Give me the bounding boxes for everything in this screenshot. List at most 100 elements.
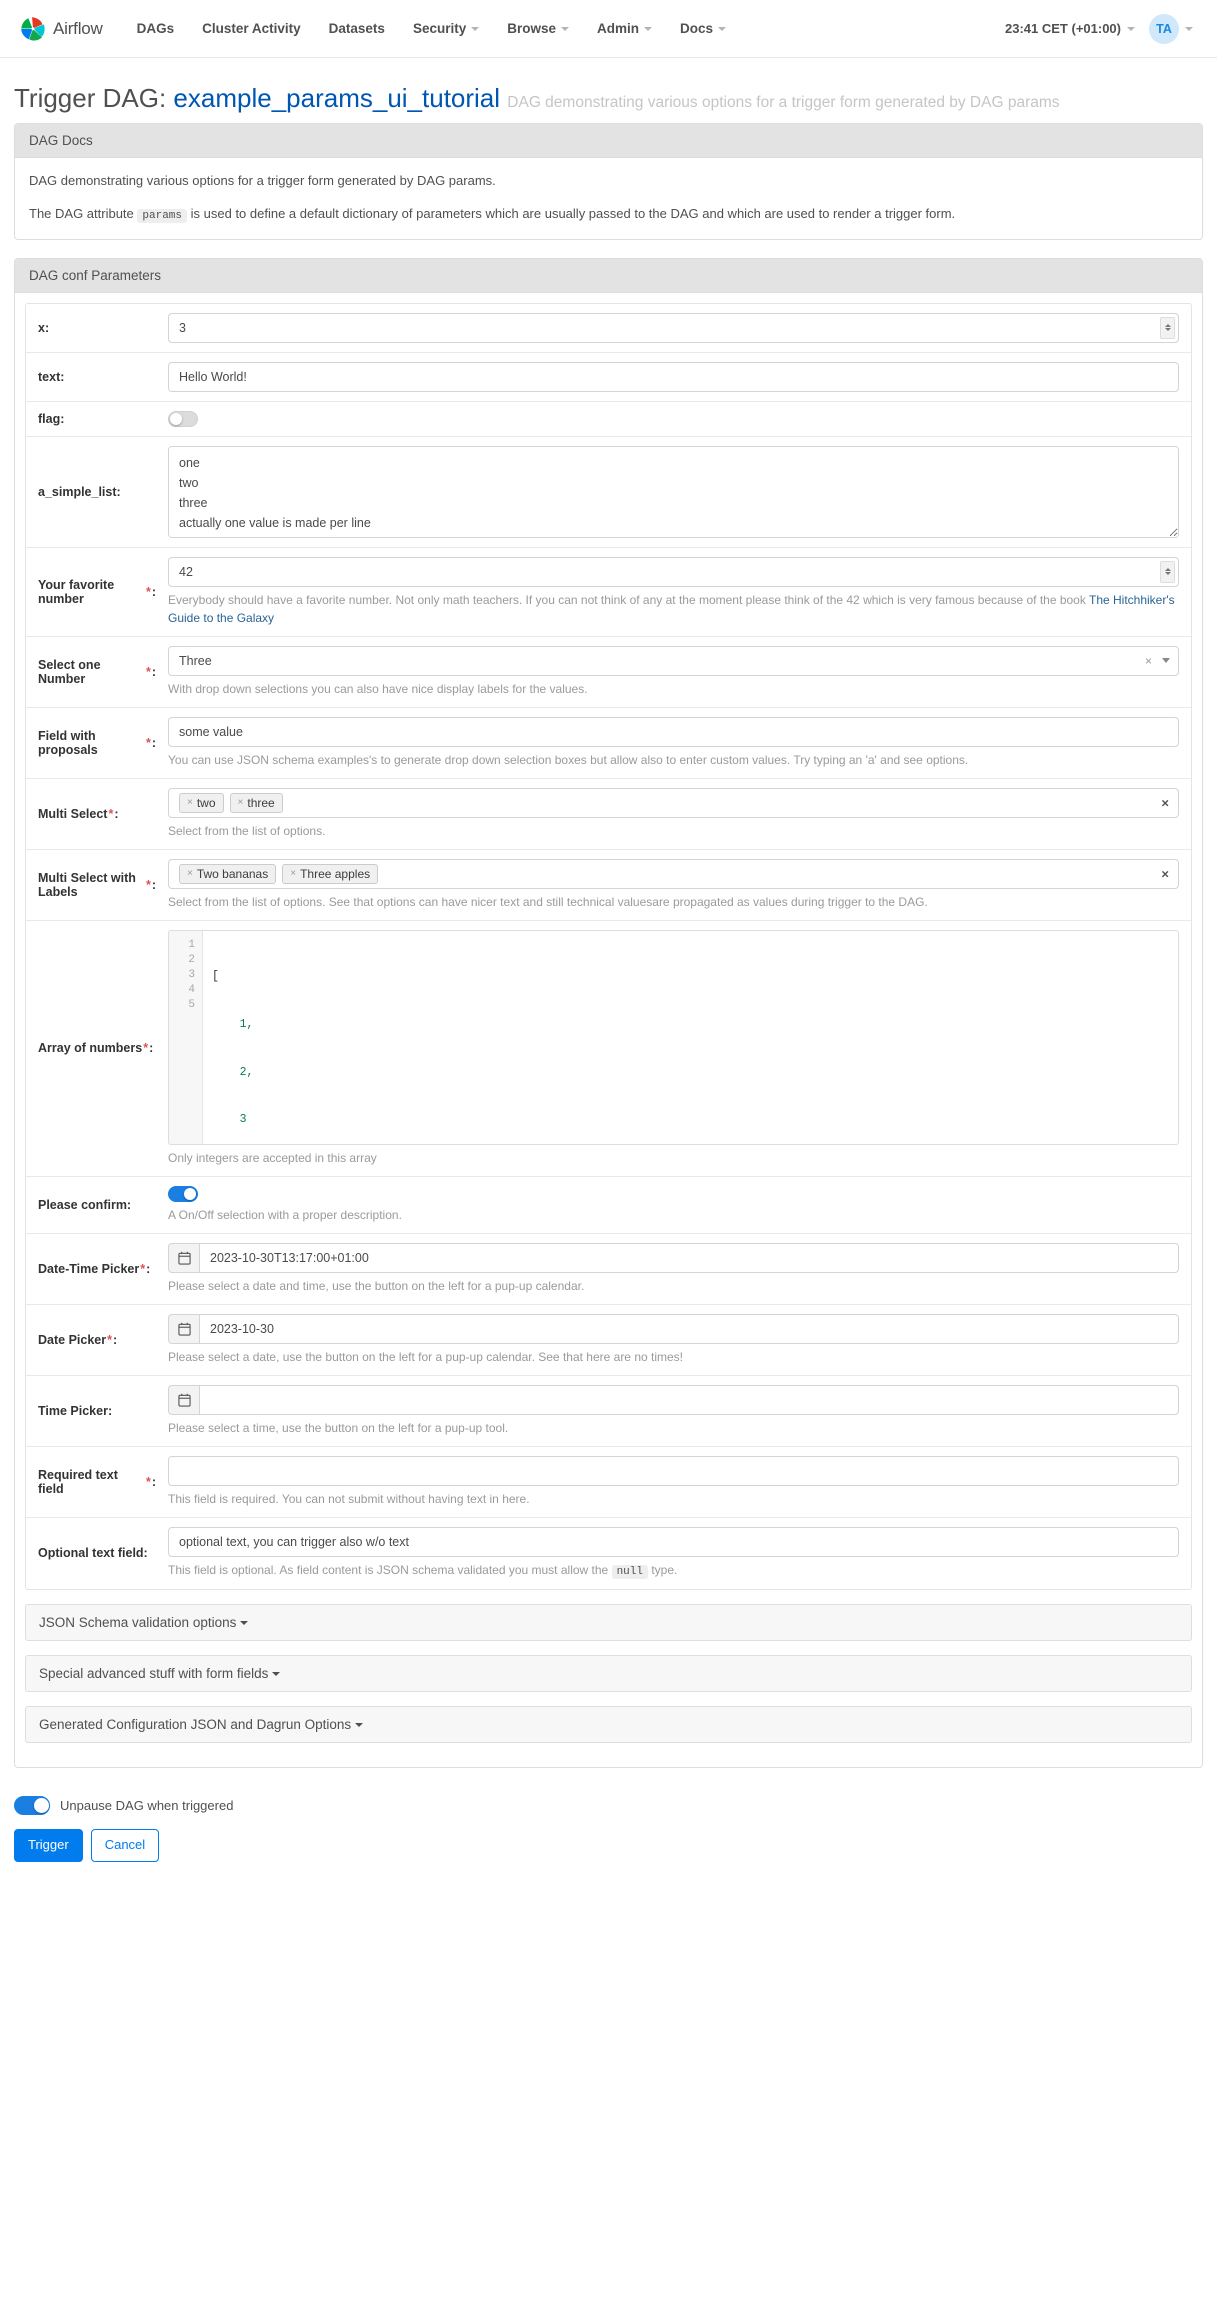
clear-all-icon[interactable]: ×	[1161, 796, 1169, 809]
help-optional-text-b: type.	[651, 1562, 678, 1577]
calendar-button[interactable]	[168, 1242, 199, 1273]
nav-item-security[interactable]: Security	[399, 13, 493, 44]
page-title: Trigger DAG: example_params_ui_tutorial …	[0, 58, 1217, 123]
code-line: [	[212, 970, 219, 984]
nav-label-browse: Browse	[507, 21, 556, 36]
a-simple-list-textarea[interactable]: one two three actually one value is made…	[168, 445, 1179, 538]
brand-text: Airflow	[53, 18, 103, 38]
accordion-json-schema-validation-options[interactable]: JSON Schema validation options	[25, 1604, 1192, 1642]
nav-item-datasets[interactable]: Datasets	[315, 13, 399, 44]
params-code-chip: params	[137, 208, 188, 223]
remove-tag-icon[interactable]: ×	[187, 797, 193, 808]
calendar-button[interactable]	[168, 1384, 199, 1415]
optional-text-input[interactable]	[168, 1526, 1179, 1557]
field-time-picker: Please select a time, use the button on …	[168, 1376, 1191, 1446]
selected-tag[interactable]: × three	[229, 792, 283, 813]
form-row-array-of-numbers: Array of numbers *: 1 2 3 4 5 [1, 2, 3 …	[26, 921, 1191, 1177]
required-asterisk: *	[145, 1474, 151, 1489]
time-picker-input[interactable]	[199, 1384, 1179, 1415]
datetime-picker-input[interactable]	[199, 1242, 1179, 1273]
code-line: 1,	[212, 1017, 254, 1031]
chevron-down-icon	[561, 26, 569, 31]
line-number: 4	[188, 984, 195, 997]
date-picker-input[interactable]	[199, 1313, 1179, 1344]
required-asterisk: *	[145, 735, 151, 750]
code-line: 3	[212, 1113, 247, 1127]
flag-toggle[interactable]	[168, 410, 198, 427]
nav-label-docs: Docs	[680, 21, 714, 36]
select-one-number-dropdown[interactable]: Three ×	[168, 645, 1179, 676]
multi-select-labels-control[interactable]: × Two bananas × Three apples ×	[168, 858, 1179, 889]
nav-item-admin[interactable]: Admin	[583, 13, 666, 44]
chevron-down-icon	[644, 26, 652, 31]
x-number-input[interactable]	[168, 312, 1179, 343]
code-gutter: 1 2 3 4 5	[169, 930, 203, 1144]
accordion-label: Special advanced stuff with form fields	[39, 1666, 269, 1682]
timezone-label: 23:41 CET (+01:00)	[1005, 21, 1121, 36]
quantity-stepper[interactable]	[1160, 316, 1175, 339]
nav-item-cluster-activity[interactable]: Cluster Activity	[188, 13, 315, 44]
help-date-picker: Please select a date, use the button on …	[168, 1349, 684, 1364]
clear-selection-icon[interactable]: ×	[1145, 654, 1152, 668]
form-row-required-text: Required text field *: This field is requ…	[26, 1447, 1191, 1518]
please-confirm-toggle[interactable]	[168, 1185, 198, 1202]
selected-tag[interactable]: × Three apples	[282, 863, 379, 884]
label-select-one-number: Select one Number *:	[26, 637, 168, 707]
navbar-right: 23:41 CET (+01:00) TA	[1005, 13, 1199, 44]
dag-docs-body: DAG demonstrating various options for a …	[15, 158, 1202, 239]
code-line: 2,	[212, 1065, 254, 1079]
accordion-special-advanced-stuff[interactable]: Special advanced stuff with form fields	[25, 1655, 1192, 1693]
avatar: TA	[1149, 13, 1179, 44]
label-text-favorite-number: Your favorite number	[38, 577, 115, 606]
label-text-select-one-number: Select one Number	[38, 657, 101, 686]
unpause-dag-toggle[interactable]	[14, 1796, 50, 1816]
datetime-input-group	[168, 1242, 1179, 1273]
remove-tag-icon[interactable]: ×	[187, 868, 193, 879]
airflow-brand-link[interactable]: Airflow	[18, 14, 103, 44]
accordion-generated-configuration-json[interactable]: Generated Configuration JSON and Dagrun …	[25, 1706, 1192, 1744]
quantity-stepper[interactable]	[1160, 560, 1175, 583]
dag-docs-p2-part-b: is used to define a default dictionary o…	[190, 205, 956, 221]
label-colon: :	[151, 735, 156, 750]
label-colon: :	[146, 1261, 151, 1276]
form-row-please-confirm: Please confirm: A On/Off selection with …	[26, 1177, 1191, 1234]
label-multi-select-labels: Multi Select with Labels *:	[26, 850, 168, 920]
field-with-proposals-input[interactable]	[168, 716, 1179, 747]
timezone-selector[interactable]: 23:41 CET (+01:00)	[1005, 21, 1135, 36]
label-text-required-text: Required text field	[38, 1467, 118, 1496]
required-asterisk: *	[107, 1332, 112, 1347]
help-array-of-numbers: Only integers are accepted in this array	[168, 1150, 377, 1165]
page-title-prefix: Trigger DAG:	[14, 83, 167, 113]
calendar-button[interactable]	[168, 1313, 199, 1344]
label-text-field-with-proposals: Field with proposals	[38, 728, 98, 757]
label-colon: :	[151, 1474, 156, 1489]
nav-item-browse[interactable]: Browse	[493, 13, 583, 44]
code-content[interactable]: [ 1, 2, 3 ]	[203, 931, 1178, 1144]
help-text-favorite-number: Everybody should have a favorite number.…	[168, 592, 1089, 607]
cancel-button[interactable]: Cancel	[90, 1829, 160, 1863]
footer-buttons: Trigger Cancel	[14, 1829, 1203, 1863]
multi-select-control[interactable]: × two × three ×	[168, 787, 1179, 818]
user-menu[interactable]: TA	[1149, 13, 1193, 44]
line-number: 3	[188, 969, 195, 982]
label-optional-text: Optional text field:	[38, 1546, 148, 1561]
remove-tag-icon[interactable]: ×	[290, 868, 296, 879]
required-text-input[interactable]	[168, 1455, 1179, 1486]
favorite-number-input[interactable]	[168, 556, 1179, 587]
selected-tag[interactable]: × Two bananas	[179, 863, 277, 884]
form-row-date-picker: Date Picker *: 2023-10-30 Please select …	[26, 1305, 1191, 1376]
text-input[interactable]	[168, 361, 1179, 392]
trigger-button[interactable]: Trigger	[14, 1829, 83, 1863]
nav-item-docs[interactable]: Docs	[666, 13, 740, 44]
remove-tag-icon[interactable]: ×	[238, 797, 244, 808]
json-code-editor[interactable]: 1 2 3 4 5 [ 1, 2, 3	[168, 929, 1179, 1145]
nav-links: DAGs Cluster Activity Datasets Security …	[123, 13, 740, 44]
chevron-down-icon	[1185, 26, 1193, 31]
clear-all-icon[interactable]: ×	[1161, 867, 1169, 880]
label-array-of-numbers: Array of numbers *:	[26, 921, 168, 1176]
chevron-down-icon	[471, 26, 480, 31]
nav-item-dags[interactable]: DAGs	[123, 13, 189, 44]
selected-tag[interactable]: × two	[179, 792, 224, 813]
form-row-datetime-picker: Date-Time Picker *: 2023-10-30T13:17:00+…	[26, 1234, 1191, 1305]
help-optional-text: This field is optional. As field content…	[168, 1561, 1179, 1581]
